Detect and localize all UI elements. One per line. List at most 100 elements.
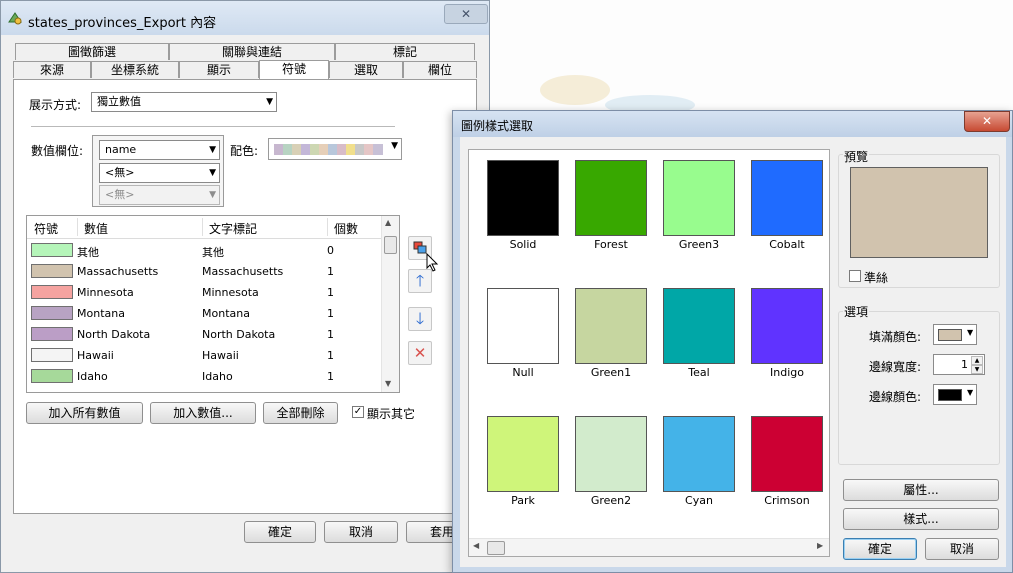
arrow-down-icon: 🡓 — [415, 309, 425, 328]
display-mode-select[interactable]: 獨立數值 ▼ — [91, 92, 277, 112]
cancel-button[interactable]: 取消 — [324, 521, 398, 543]
style-gallery[interactable]: Solid Forest Green3 Cobalt Null Green1 Teal Ind… — [468, 149, 830, 557]
line-width-label: 邊線寬度: — [869, 360, 922, 374]
layer-properties-dialog: states_provinces_Export 內容 ✕ 圖徵篩選 關聯與連結 … — [0, 0, 490, 573]
tab-symbology[interactable]: 符號 — [259, 60, 329, 79]
styles-button[interactable]: 樣式... — [843, 508, 999, 530]
style-name: Solid — [509, 238, 537, 251]
move-up-button[interactable]: 🡑 — [408, 269, 432, 293]
style-tile[interactable]: Null — [487, 288, 559, 380]
spin-down-icon[interactable]: ▼ — [971, 365, 983, 374]
list-row[interactable]: North Dakota North Dakota 1 — [27, 324, 383, 345]
title-bar: states_provinces_Export 內容 ✕ — [1, 1, 489, 35]
line-width-spinner[interactable]: 1 ▲ ▼ — [933, 354, 985, 375]
style-tile[interactable]: Park — [487, 416, 559, 508]
style-select-dialog: 圖例樣式選取 ✕ Solid Forest Green3 Cobalt Null Gree… — [452, 110, 1013, 573]
chevron-down-icon: ▼ — [967, 388, 974, 397]
tab-selection[interactable]: 選取 — [329, 61, 403, 78]
list-row[interactable]: Massachusetts Massachusetts 1 — [27, 261, 383, 282]
unique-values-list[interactable]: 符號 數值 文字標記 個數 其他 其他 0 Massachusetts Massachu… — [26, 215, 400, 393]
divider — [31, 126, 395, 127]
spin-up-icon[interactable]: ▲ — [971, 356, 983, 365]
properties-button[interactable]: 屬性... — [843, 479, 999, 501]
symbol-swatch[interactable] — [31, 369, 73, 383]
title-bar: 圖例樣式選取 ✕ — [453, 111, 1012, 137]
column-header-count[interactable]: 個數 — [334, 220, 358, 237]
scroll-right-icon[interactable]: ▶ — [817, 541, 823, 550]
symbol-swatch[interactable] — [31, 285, 73, 299]
row-count: 1 — [327, 349, 334, 362]
list-row[interactable]: Hawaii Hawaii 1 — [27, 345, 383, 366]
list-row[interactable]: Idaho Idaho 1 — [27, 366, 383, 387]
column-header-label[interactable]: 文字標記 — [209, 220, 257, 237]
show-others-checkbox[interactable]: ✓ — [352, 406, 364, 418]
style-tile[interactable]: Solid — [487, 160, 559, 252]
gallery-scrollbar[interactable]: ◀ ▶ — [469, 538, 829, 556]
add-value-button[interactable]: 加入數值... — [150, 402, 256, 424]
column-header-value[interactable]: 數值 — [84, 220, 108, 237]
list-row[interactable]: Minnesota Minnesota 1 — [27, 282, 383, 303]
arrow-up-icon: 🡑 — [415, 271, 425, 290]
options-label: 選項 — [843, 303, 870, 320]
list-scrollbar[interactable]: ▲ ▼ — [381, 216, 399, 392]
symbol-swatch[interactable] — [31, 306, 73, 320]
layer-icon — [8, 12, 22, 25]
value-field-select-1[interactable]: name ▼ — [99, 140, 220, 160]
style-swatch — [751, 416, 823, 492]
value-field-select-3: <無> ▼ — [99, 185, 220, 205]
move-down-button[interactable]: 🡓 — [408, 307, 432, 331]
color-ramp-select[interactable]: ▼ — [268, 138, 402, 160]
style-tile[interactable]: Crimson — [751, 416, 823, 508]
tab-labels[interactable]: 標記 — [335, 43, 475, 60]
list-row[interactable]: 其他 其他 0 — [27, 240, 383, 261]
tab-feature-filter[interactable]: 圖徵篩選 — [15, 43, 169, 60]
value-field-select-2[interactable]: <無> ▼ — [99, 163, 220, 183]
list-header: 符號 數值 文字標記 個數 — [27, 216, 383, 239]
style-tile[interactable]: Cobalt — [751, 160, 823, 252]
cancel-button[interactable]: 取消 — [925, 538, 999, 560]
ok-button[interactable]: 確定 — [244, 521, 316, 543]
fill-color-picker[interactable]: ▼ — [933, 324, 977, 345]
scroll-thumb[interactable] — [384, 236, 397, 254]
symbol-swatch[interactable] — [31, 348, 73, 362]
scroll-up-icon[interactable]: ▲ — [385, 218, 391, 227]
style-name: Green3 — [678, 238, 720, 251]
column-header-symbol[interactable]: 符號 — [34, 220, 58, 237]
style-tile[interactable]: Cyan — [663, 416, 735, 508]
line-color-label: 邊線顏色: — [869, 390, 922, 404]
style-tile[interactable]: Teal — [663, 288, 735, 380]
style-tile[interactable]: Green2 — [575, 416, 647, 508]
ok-button[interactable]: 確定 — [843, 538, 917, 560]
scroll-down-icon[interactable]: ▼ — [385, 379, 391, 388]
hairline-checkbox[interactable] — [849, 270, 861, 282]
close-button[interactable]: ✕ — [444, 4, 488, 24]
scroll-thumb[interactable] — [487, 541, 505, 555]
symbol-swatch[interactable] — [31, 243, 73, 257]
row-value: Massachusetts — [77, 265, 159, 278]
tab-joins-links[interactable]: 關聯與連結 — [169, 43, 335, 60]
style-swatch — [487, 288, 559, 364]
style-tile[interactable]: Green1 — [575, 288, 647, 380]
tab-coordinate-system[interactable]: 坐標系統 — [91, 61, 179, 78]
style-tile[interactable]: Forest — [575, 160, 647, 252]
symbol-swatch[interactable] — [31, 264, 73, 278]
delete-value-button[interactable]: ✕ — [408, 341, 432, 365]
tab-source[interactable]: 來源 — [13, 61, 91, 78]
list-row[interactable]: Montana Montana 1 — [27, 303, 383, 324]
close-button[interactable]: ✕ — [964, 111, 1010, 132]
chevron-down-icon: ▼ — [209, 168, 216, 178]
color-ramp-label: 配色: — [230, 144, 259, 158]
tab-display[interactable]: 顯示 — [179, 61, 259, 78]
scroll-left-icon[interactable]: ◀ — [473, 541, 479, 550]
style-swatch — [575, 416, 647, 492]
style-tile[interactable]: Green3 — [663, 160, 735, 252]
symbol-swatch[interactable] — [31, 327, 73, 341]
tab-fields[interactable]: 欄位 — [403, 61, 477, 78]
value-field-1-value: name — [105, 143, 137, 156]
add-all-values-button[interactable]: 加入所有數值 — [26, 402, 143, 424]
row-value: Hawaii — [77, 349, 114, 362]
style-tile[interactable]: Indigo — [751, 288, 823, 380]
line-color-picker[interactable]: ▼ — [933, 384, 977, 405]
row-count: 1 — [327, 370, 334, 383]
remove-all-button[interactable]: 全部刪除 — [263, 402, 338, 424]
